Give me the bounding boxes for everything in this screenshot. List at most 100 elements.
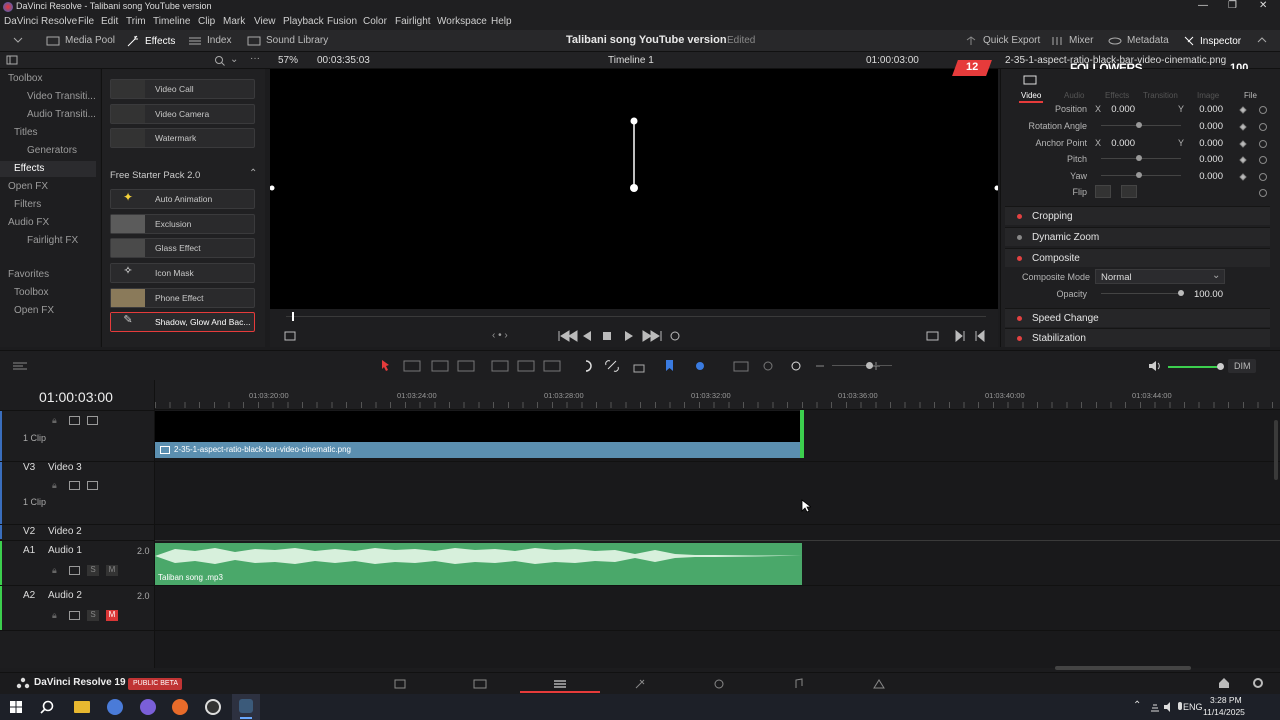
lock-icon[interactable]: 🔒︎	[52, 610, 57, 621]
effect-auto-animation[interactable]: ✦ Auto Animation	[110, 189, 255, 209]
menu-view[interactable]: View	[254, 16, 276, 27]
auto-select-icon[interactable]	[69, 566, 80, 575]
menu-edit[interactable]: Edit	[101, 16, 118, 27]
master-volume-slider[interactable]	[1168, 366, 1220, 368]
track-v3-name[interactable]: Video 3	[48, 462, 82, 473]
track-a2-name[interactable]: Audio 2	[48, 590, 82, 601]
video-clip[interactable]: 2-35-1-aspect-ratio-black-bar-video-cine…	[155, 442, 802, 458]
opacity-value[interactable]: 100.00	[1187, 289, 1223, 300]
opacity-slider[interactable]	[1101, 293, 1181, 294]
rotation-value[interactable]: 0.000	[1187, 121, 1223, 132]
collapse-icon[interactable]	[1256, 35, 1268, 45]
inspector-button[interactable]: Inspector	[1183, 35, 1241, 47]
tray-chevron-icon[interactable]: ⌃	[1133, 700, 1141, 711]
timeline-tracks-area[interactable]: 2-35-1-aspect-ratio-black-bar-video-cine…	[155, 380, 1280, 670]
pitch-value[interactable]: 0.000	[1187, 154, 1223, 165]
menu-trim[interactable]: Trim	[126, 16, 146, 27]
solo-button[interactable]: S	[87, 610, 99, 621]
enable-dot[interactable]	[1017, 214, 1022, 219]
index-button[interactable]: Index	[188, 35, 231, 46]
panel-toggle-icon[interactable]	[6, 55, 18, 65]
media-pool-button[interactable]: Media Pool	[46, 35, 115, 46]
metadata-button[interactable]: Metadata	[1108, 35, 1169, 46]
auto-select-icon[interactable]	[69, 611, 80, 620]
menu-workspace[interactable]: Workspace	[437, 16, 487, 27]
anchor-x-value[interactable]: 0.000	[1105, 138, 1135, 149]
solo-button[interactable]: S	[87, 565, 99, 576]
timeline-ruler[interactable]: 01:03:20:00 01:03:24:00 01:03:28:00 01:0…	[155, 380, 1280, 410]
tab-image[interactable]: Image	[1197, 91, 1219, 100]
enable-dot[interactable]	[1017, 316, 1022, 321]
home-icon[interactable]	[1218, 677, 1230, 689]
tree-favorites[interactable]: Favorites	[8, 269, 49, 280]
menu-fairlight[interactable]: Fairlight	[395, 16, 431, 27]
resolve-taskbar-item[interactable]	[232, 694, 260, 720]
vertical-scrollbar[interactable]	[1274, 420, 1278, 480]
auto-select-icon[interactable]	[69, 481, 80, 490]
zoom-slider[interactable]	[832, 365, 892, 366]
keyframe-reset-column[interactable]	[1237, 103, 1273, 203]
tree-fairlight-fx[interactable]: Fairlight FX	[27, 235, 78, 246]
zoom-slider-handle[interactable]	[866, 362, 873, 369]
expand-icon[interactable]	[12, 35, 24, 45]
menu-mark[interactable]: Mark	[223, 16, 245, 27]
tree-open-fx[interactable]: Open FX	[8, 181, 48, 192]
scrubber-handle[interactable]	[292, 312, 294, 321]
track-v2-name[interactable]: Video 2	[48, 526, 82, 537]
loop-icon[interactable]	[668, 330, 682, 342]
effect-glass[interactable]: Glass Effect	[110, 238, 255, 258]
clock-time[interactable]: 3:28 PM	[1210, 695, 1242, 705]
mute-button-active[interactable]: M	[106, 610, 118, 621]
windows-start-icon[interactable]	[10, 701, 22, 713]
yaw-value[interactable]: 0.000	[1187, 171, 1223, 182]
menu-clip[interactable]: Clip	[198, 16, 215, 27]
dim-button[interactable]: DIM	[1228, 359, 1256, 373]
section-speed-change[interactable]: Speed Change	[1005, 308, 1270, 327]
transform-overlay[interactable]	[270, 69, 998, 309]
tree-titles[interactable]: Titles	[14, 127, 38, 138]
viewer-right-controls[interactable]	[926, 330, 986, 342]
mixer-button[interactable]: Mixer	[1050, 35, 1093, 46]
playhead[interactable]	[800, 410, 804, 458]
menu-davinci[interactable]: DaVinci Resolve	[4, 16, 77, 27]
page-tabs[interactable]	[392, 677, 892, 691]
track-visible-icon[interactable]	[87, 416, 98, 425]
clock-date[interactable]: 11/14/2025	[1203, 707, 1245, 717]
menu-playback[interactable]: Playback	[283, 16, 324, 27]
effect-shadow-glow[interactable]: ✎ Shadow, Glow And Bac...	[110, 312, 255, 332]
section-dynamic-zoom[interactable]: Dynamic Zoom	[1005, 227, 1270, 246]
sort-chevron-icon[interactable]: ⌄	[230, 54, 238, 65]
taskbar-search-icon[interactable]	[40, 700, 54, 714]
pitch-slider-handle[interactable]	[1136, 155, 1142, 161]
more-options-icon[interactable]: ···	[250, 53, 260, 64]
audio-clip[interactable]: Taliban song .mp3	[155, 543, 802, 585]
viber-icon[interactable]	[140, 699, 156, 715]
lock-icon[interactable]: 🔒︎	[52, 480, 57, 491]
auto-select-icon[interactable]	[69, 416, 80, 425]
menu-timeline[interactable]: Timeline	[153, 16, 190, 27]
horizontal-scrollbar[interactable]	[1055, 666, 1191, 670]
firefox-icon[interactable]	[172, 699, 188, 715]
sound-library-button[interactable]: Sound Library	[247, 35, 328, 46]
effect-video-camera[interactable]: Video Camera	[110, 104, 255, 124]
prev-marker-icon[interactable]: ‹ • ›	[492, 330, 508, 341]
tab-video[interactable]: Video	[1021, 91, 1041, 100]
restore-icon[interactable]: ❐	[1228, 0, 1237, 11]
timeline-options-icon[interactable]	[12, 361, 28, 371]
effects-button[interactable]: Effects	[126, 35, 175, 47]
tree-generators[interactable]: Generators	[27, 145, 77, 156]
flip-horizontal-icon[interactable]	[1095, 185, 1111, 198]
tree-audio-transitions[interactable]: Audio Transiti...	[27, 109, 96, 120]
tab-effects[interactable]: Effects	[1105, 91, 1129, 100]
menu-help[interactable]: Help	[491, 16, 512, 27]
tree-audio-fx[interactable]: Audio FX	[8, 217, 49, 228]
master-volume-handle[interactable]	[1217, 363, 1224, 370]
menu-file[interactable]: File	[78, 16, 94, 27]
enable-dot[interactable]	[1017, 336, 1022, 341]
tree-fav-open-fx[interactable]: Open FX	[14, 305, 54, 316]
effect-phone[interactable]: Phone Effect	[110, 288, 255, 308]
tab-transition[interactable]: Transition	[1143, 91, 1178, 100]
tree-video-transitions[interactable]: Video Transiti...	[27, 91, 96, 102]
collapse-chevron-icon[interactable]: ⌃	[249, 168, 257, 179]
tree-filters[interactable]: Filters	[14, 199, 41, 210]
